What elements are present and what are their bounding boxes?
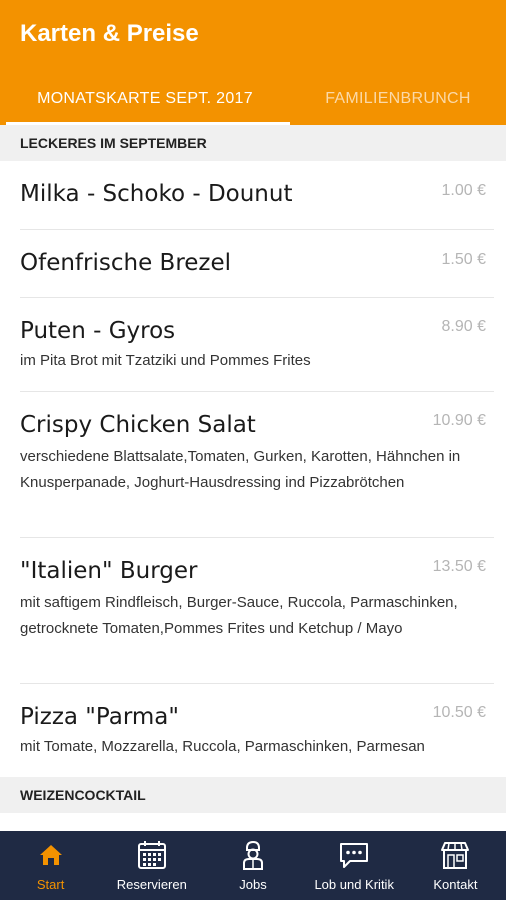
menu-item[interactable]: Puten - Gyros 8.90 € im Pita Brot mit Tz… <box>20 298 494 392</box>
section-header: WEIZENCOCKTAIL <box>0 777 506 813</box>
tab-monatskarte[interactable]: MONATSKARTE SEPT. 2017 <box>0 72 290 125</box>
nav-reservieren[interactable]: Reservieren <box>101 831 202 900</box>
item-name: Ofenfrische Brezel <box>20 250 232 276</box>
item-name: Puten - Gyros <box>20 318 176 344</box>
chef-icon <box>243 840 263 870</box>
item-name: "Italien" Burger <box>20 558 198 584</box>
item-description: im Pita Brot mit Tzatziki und Pommes Fri… <box>20 352 311 369</box>
nav-kontakt[interactable]: Kontakt <box>405 831 506 900</box>
nav-label: Start <box>36 877 65 892</box>
nav-lob-und-kritik[interactable]: Lob und Kritik <box>304 831 405 900</box>
calendar-icon <box>137 841 166 869</box>
store-icon <box>441 842 470 869</box>
menu-item[interactable]: Pizza "Parma" 10.50 € mit Tomate, Mozzar… <box>20 684 494 777</box>
menu-item[interactable]: Crispy Chicken Salat 10.90 € verschieden… <box>20 392 494 538</box>
item-description: verschiedene Blattsalate,Tomaten, Gurken… <box>20 448 461 491</box>
item-price: 10.50 € <box>432 704 486 721</box>
page-title: Karten & Preise <box>20 20 199 47</box>
tab-familienbrunch[interactable]: FAMILIENBRUNCH <box>290 72 506 125</box>
item-description: mit saftigem Rindfleisch, Burger-Sauce, … <box>20 594 458 637</box>
item-name: Crispy Chicken Salat <box>20 412 256 438</box>
item-price: 8.90 € <box>441 318 486 335</box>
tab-bar: MONATSKARTE SEPT. 2017 FAMILIENBRUNCH <box>0 72 506 125</box>
app-bar: Karten & Preise MONATSKARTE SEPT. 2017 F… <box>0 0 506 125</box>
item-price: 1.00 € <box>441 182 486 199</box>
nav-label: Reservieren <box>116 877 187 892</box>
section-header: LECKERES IM SEPTEMBER <box>0 125 506 161</box>
chat-icon <box>340 843 369 868</box>
item-price: 10.90 € <box>432 412 486 429</box>
menu-list: Milka - Schoko - Dounut 1.00 € Ofenfrisc… <box>0 161 506 777</box>
nav-label: Jobs <box>239 877 267 892</box>
item-name: Pizza "Parma" <box>20 704 179 730</box>
item-price: 1.50 € <box>441 251 486 268</box>
item-price: 13.50 € <box>432 558 486 575</box>
home-icon <box>39 845 62 865</box>
menu-item[interactable]: Milka - Schoko - Dounut 1.00 € <box>20 161 494 230</box>
menu-item[interactable]: "Italien" Burger 13.50 € mit saftigem Ri… <box>20 538 494 684</box>
menu-item[interactable]: Ofenfrische Brezel 1.50 € <box>20 230 494 298</box>
item-description: mit Tomate, Mozzarella, Ruccola, Parmasc… <box>20 738 425 755</box>
nav-label: Lob und Kritik <box>314 877 394 892</box>
nav-jobs[interactable]: Jobs <box>202 831 303 900</box>
item-name: Milka - Schoko - Dounut <box>20 181 293 207</box>
nav-label: Kontakt <box>433 877 478 892</box>
bottom-nav: Start Reservieren Jobs Lob und Kritik Ko… <box>0 831 506 900</box>
nav-start[interactable]: Start <box>0 831 101 900</box>
